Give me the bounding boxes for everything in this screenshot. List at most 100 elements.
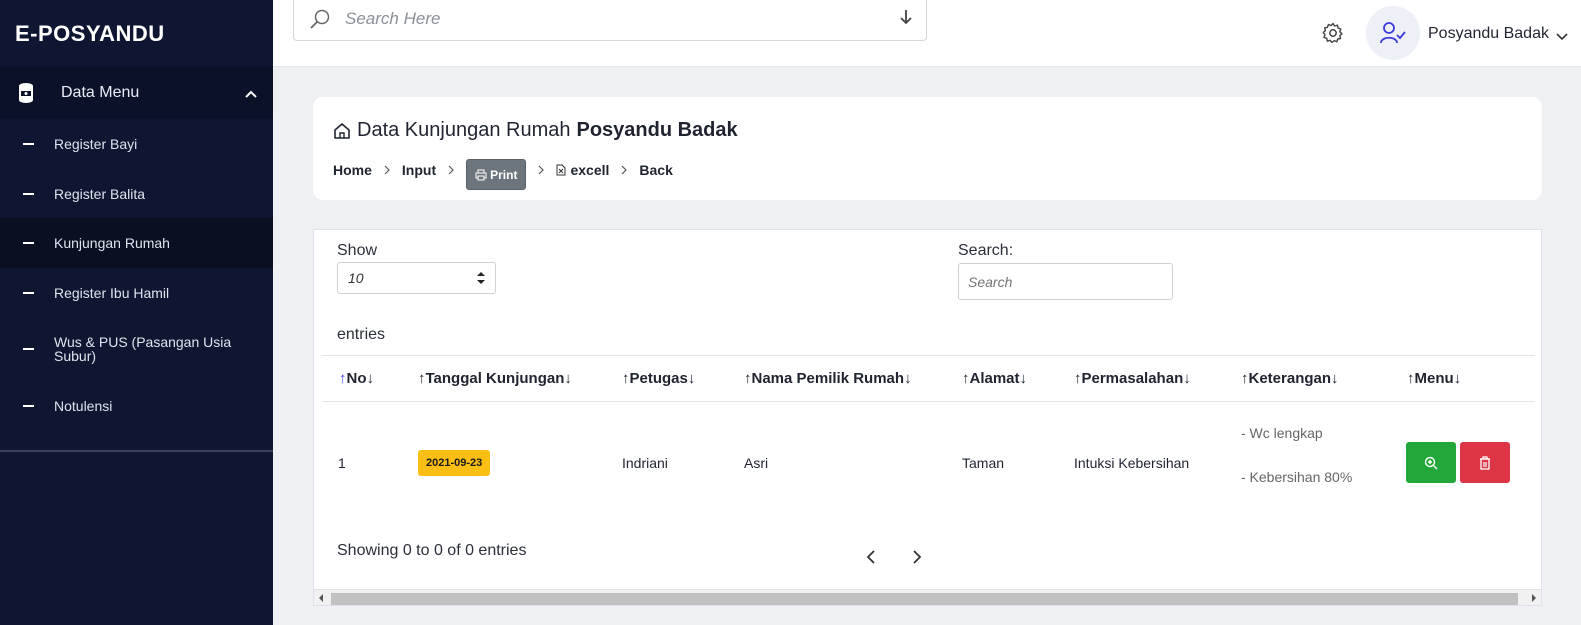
chevron-up-icon — [245, 85, 257, 103]
printer-icon — [475, 169, 487, 180]
zoom-in-icon — [1424, 456, 1438, 469]
pagination-next-icon[interactable] — [912, 549, 922, 570]
dash-icon — [23, 242, 34, 244]
sort-up-icon: ↑ — [1074, 370, 1082, 387]
column-label: No — [346, 370, 367, 387]
trash-icon — [1480, 455, 1490, 470]
sidebar-item-label: Register Bayi — [54, 136, 138, 152]
print-button[interactable]: Print — [466, 159, 527, 190]
sidebar-item-label: Register Ibu Hamil — [54, 284, 170, 301]
sort-up-icon: ↑ — [1407, 370, 1415, 387]
page-size-select[interactable]: 10 — [337, 262, 496, 294]
sort-down-icon: ↓ — [1331, 370, 1339, 387]
chevron-right-icon — [384, 165, 390, 174]
user-name[interactable]: Posyandu Badak — [1428, 25, 1549, 43]
sidebar-item-wus-pus[interactable]: Wus & PUS (Pasangan Usia Subur) — [0, 317, 273, 381]
sort-down-icon: ↓ — [1453, 370, 1462, 387]
column-header-keterangan[interactable]: ↑ Keterangan ↓ — [1241, 370, 1339, 387]
column-header-menu[interactable]: ↑ Menu ↓ — [1407, 370, 1461, 387]
horizontal-scrollbar[interactable] — [314, 589, 1541, 605]
breadcrumb-home[interactable]: Home — [333, 162, 372, 178]
sidebar-data-menu[interactable]: Data Menu — [0, 67, 273, 119]
sort-up-icon: ↑ — [418, 370, 426, 387]
dash-icon — [23, 405, 34, 407]
sort-up-icon: ↑ — [339, 370, 347, 387]
sort-up-icon: ↑ — [622, 370, 630, 387]
print-button-label: Print — [490, 167, 518, 182]
column-label: Alamat — [969, 370, 1020, 387]
sidebar-item-register-ibu-hamil[interactable]: Register Ibu Hamil — [0, 268, 273, 317]
show-label: Show — [337, 242, 378, 259]
gear-icon[interactable] — [1321, 21, 1345, 45]
column-header-no[interactable]: ↑ No ↓ — [339, 370, 374, 387]
cell-petugas: Indriani — [622, 455, 668, 471]
table-search-label: Search: — [958, 242, 1014, 259]
sidebar-item-label: Kunjungan Rumah — [54, 235, 170, 251]
scrollbar-thumb[interactable] — [331, 593, 1518, 605]
sort-down-icon: ↓ — [687, 370, 696, 387]
column-label: Keterangan — [1248, 370, 1332, 387]
select-arrows-icon — [477, 271, 485, 288]
chevron-right-icon — [539, 165, 545, 174]
cell-keterangan-line: - Wc lengkap — [1241, 425, 1323, 441]
global-search-input[interactable]: Search Here — [293, 0, 927, 41]
column-header-tanggal[interactable]: ↑ Tanggal Kunjungan ↓ — [418, 370, 572, 387]
breadcrumb-input[interactable]: Input — [402, 162, 436, 178]
breadcrumb-excell-label: excell — [570, 161, 610, 178]
sidebar-item-notulensi[interactable]: Notulensi — [0, 381, 273, 431]
pagination-prev-icon[interactable] — [866, 549, 876, 570]
sort-down-icon: ↓ — [1019, 370, 1028, 387]
breadcrumb: Home Input Print excell Back — [333, 149, 673, 190]
column-header-alamat[interactable]: ↑ Alamat ↓ — [962, 370, 1027, 387]
column-label: Tanggal Kunjungan — [425, 370, 565, 387]
sidebar-item-register-bayi[interactable]: Register Bayi — [0, 119, 273, 169]
sidebar-item-kunjungan-rumah[interactable]: Kunjungan Rumah — [0, 218, 273, 268]
sidebar-item-label: Register Balita — [54, 185, 146, 202]
scroll-left-icon — [319, 594, 323, 602]
scroll-right-icon — [1532, 594, 1536, 602]
column-label: Nama Pemilik Rumah — [751, 370, 905, 387]
user-check-icon — [1380, 22, 1406, 44]
arrow-down-icon[interactable] — [900, 9, 912, 30]
global-search-placeholder: Search Here — [345, 8, 441, 28]
data-table-card: Show 10 entries Search: ↑No↓ ↑Tanggal Ku… — [313, 229, 1542, 606]
avatar[interactable] — [1366, 6, 1420, 60]
sidebar-item-register-balita[interactable]: Register Balita — [0, 169, 273, 218]
sidebar-data-menu-label: Data Menu — [61, 84, 140, 101]
delete-button[interactable] — [1460, 442, 1510, 483]
page-header-card: Data Kunjungan Rumah Posyandu Badak Home… — [313, 97, 1542, 200]
database-icon — [17, 81, 35, 105]
sidebar-item-label: Notulensi — [54, 398, 113, 414]
column-header-petugas[interactable]: ↑ Petugas ↓ — [622, 370, 695, 387]
dash-icon — [23, 143, 34, 145]
chevron-right-icon — [621, 165, 628, 174]
page-title: Data Kunjungan Rumah Posyandu Badak — [333, 119, 738, 142]
topbar: Search Here Posyandu Badak — [273, 0, 1581, 67]
home-icon — [333, 122, 351, 140]
column-header-nama[interactable]: ↑ Nama Pemilik Rumah ↓ — [744, 370, 912, 387]
view-button[interactable] — [1406, 442, 1456, 483]
column-label: Petugas — [629, 370, 688, 387]
cell-alamat: Taman — [962, 455, 1005, 471]
breadcrumb-excell[interactable]: excell — [556, 162, 609, 178]
file-excel-icon — [556, 164, 566, 175]
sort-down-icon: ↓ — [904, 370, 912, 387]
dash-icon — [23, 348, 34, 350]
dash-icon — [23, 291, 34, 294]
cell-permasalahan: Intuksi Kebersihan — [1074, 455, 1190, 471]
column-label: Permasalahan — [1081, 370, 1184, 387]
cell-nama: Asri — [744, 455, 769, 471]
sidebar: E-POSYANDU Data Menu Register Bayi Regis… — [0, 0, 273, 625]
column-label: Menu — [1414, 370, 1454, 387]
table-info: Showing 0 to 0 of 0 entries — [337, 542, 527, 559]
column-header-permasalahan[interactable]: ↑ Permasalahan ↓ — [1074, 370, 1191, 387]
table-search-input[interactable] — [958, 263, 1173, 300]
breadcrumb-back[interactable]: Back — [639, 162, 672, 178]
chevron-right-icon — [448, 165, 454, 174]
page-title-text: Data Kunjungan Rumah — [357, 119, 571, 141]
page-title-bold: Posyandu Badak — [576, 119, 738, 141]
sort-up-icon: ↑ — [744, 370, 752, 387]
brand-logo-text: E-POSYANDU — [15, 20, 165, 46]
chevron-down-icon[interactable] — [1556, 28, 1568, 46]
dash-icon — [23, 192, 34, 195]
